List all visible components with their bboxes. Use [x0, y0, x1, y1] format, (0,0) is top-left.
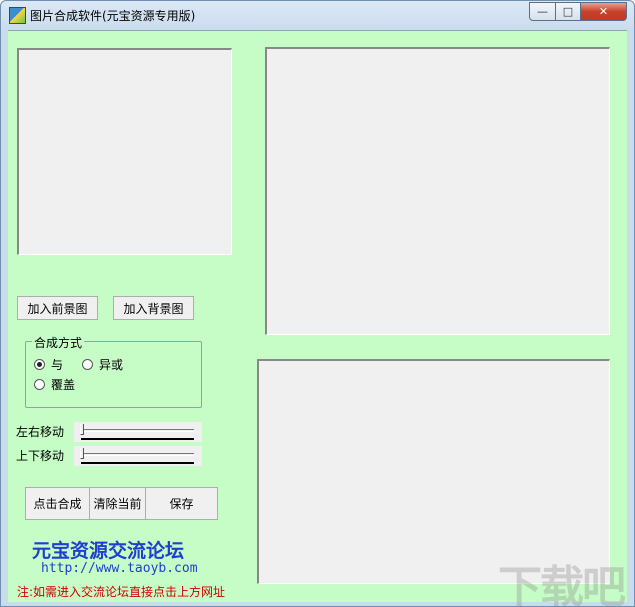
client-area: 加入前景图 加入背景图 合成方式 与 异或 覆盖 左右移动 上下移动 点击合成 …: [8, 30, 627, 606]
slider-line: [81, 462, 194, 464]
forum-note: 注:如需进入交流论坛直接点击上方网址: [17, 585, 226, 599]
close-icon: ✕: [598, 5, 609, 18]
save-button[interactable]: 保存: [145, 487, 218, 520]
maximize-button[interactable]: □: [555, 2, 581, 21]
vertical-slider-thumb[interactable]: [80, 448, 84, 459]
background-preview: [265, 47, 610, 335]
add-foreground-button[interactable]: 加入前景图: [17, 296, 98, 320]
title-bar[interactable]: 图片合成软件(元宝资源专用版) — □ ✕: [1, 1, 634, 29]
slider-track: [81, 429, 194, 432]
radio-overlay[interactable]: 覆盖: [34, 376, 75, 393]
radio-xor-indicator[interactable]: [82, 359, 93, 370]
app-window: 图片合成软件(元宝资源专用版) — □ ✕ 加入前景图 加入背景图 合成方式 与…: [0, 0, 635, 607]
maximize-icon: □: [562, 5, 574, 18]
radio-and-label: 与: [51, 358, 64, 372]
minimize-button[interactable]: —: [529, 2, 556, 21]
radio-and-indicator[interactable]: [34, 359, 45, 370]
compose-button[interactable]: 点击合成: [25, 487, 90, 520]
blend-mode-group: 合成方式 与 异或 覆盖: [25, 334, 202, 408]
radio-and[interactable]: 与: [34, 356, 63, 373]
radio-xor-label: 异或: [99, 358, 124, 372]
vertical-move-slider[interactable]: [74, 446, 202, 466]
forum-title: 元宝资源交流论坛: [32, 540, 185, 562]
horizontal-slider-thumb[interactable]: [80, 424, 84, 435]
radio-overlay-indicator[interactable]: [34, 379, 45, 390]
add-background-button[interactable]: 加入背景图: [113, 296, 194, 320]
slider-line: [81, 438, 194, 440]
horizontal-move-label: 左右移动: [16, 425, 65, 439]
clear-button[interactable]: 清除当前: [89, 487, 146, 520]
radio-xor[interactable]: 异或: [82, 356, 123, 373]
slider-track: [81, 453, 194, 456]
minimize-icon: —: [537, 5, 548, 18]
window-title: 图片合成软件(元宝资源专用版): [30, 9, 196, 23]
blend-mode-title: 合成方式: [32, 334, 85, 351]
vertical-move-label: 上下移动: [16, 449, 65, 463]
horizontal-move-slider[interactable]: [74, 422, 202, 442]
radio-overlay-label: 覆盖: [51, 378, 76, 392]
watermark-logo: 下载吧: [498, 562, 626, 607]
forum-link[interactable]: http://www.taoyb.com: [41, 561, 198, 576]
app-icon: [9, 7, 26, 24]
close-button[interactable]: ✕: [580, 2, 627, 21]
foreground-preview: [17, 48, 232, 255]
